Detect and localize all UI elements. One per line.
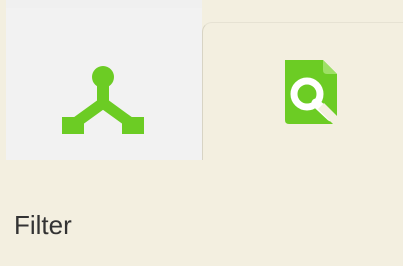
tab-hierarchy[interactable] [6,0,202,160]
filter-label: Filter [14,210,72,240]
filter-panel: Filter [0,160,403,266]
search-document-icon [285,60,343,128]
hierarchy-icon [62,66,144,134]
tab-strip [0,0,403,188]
